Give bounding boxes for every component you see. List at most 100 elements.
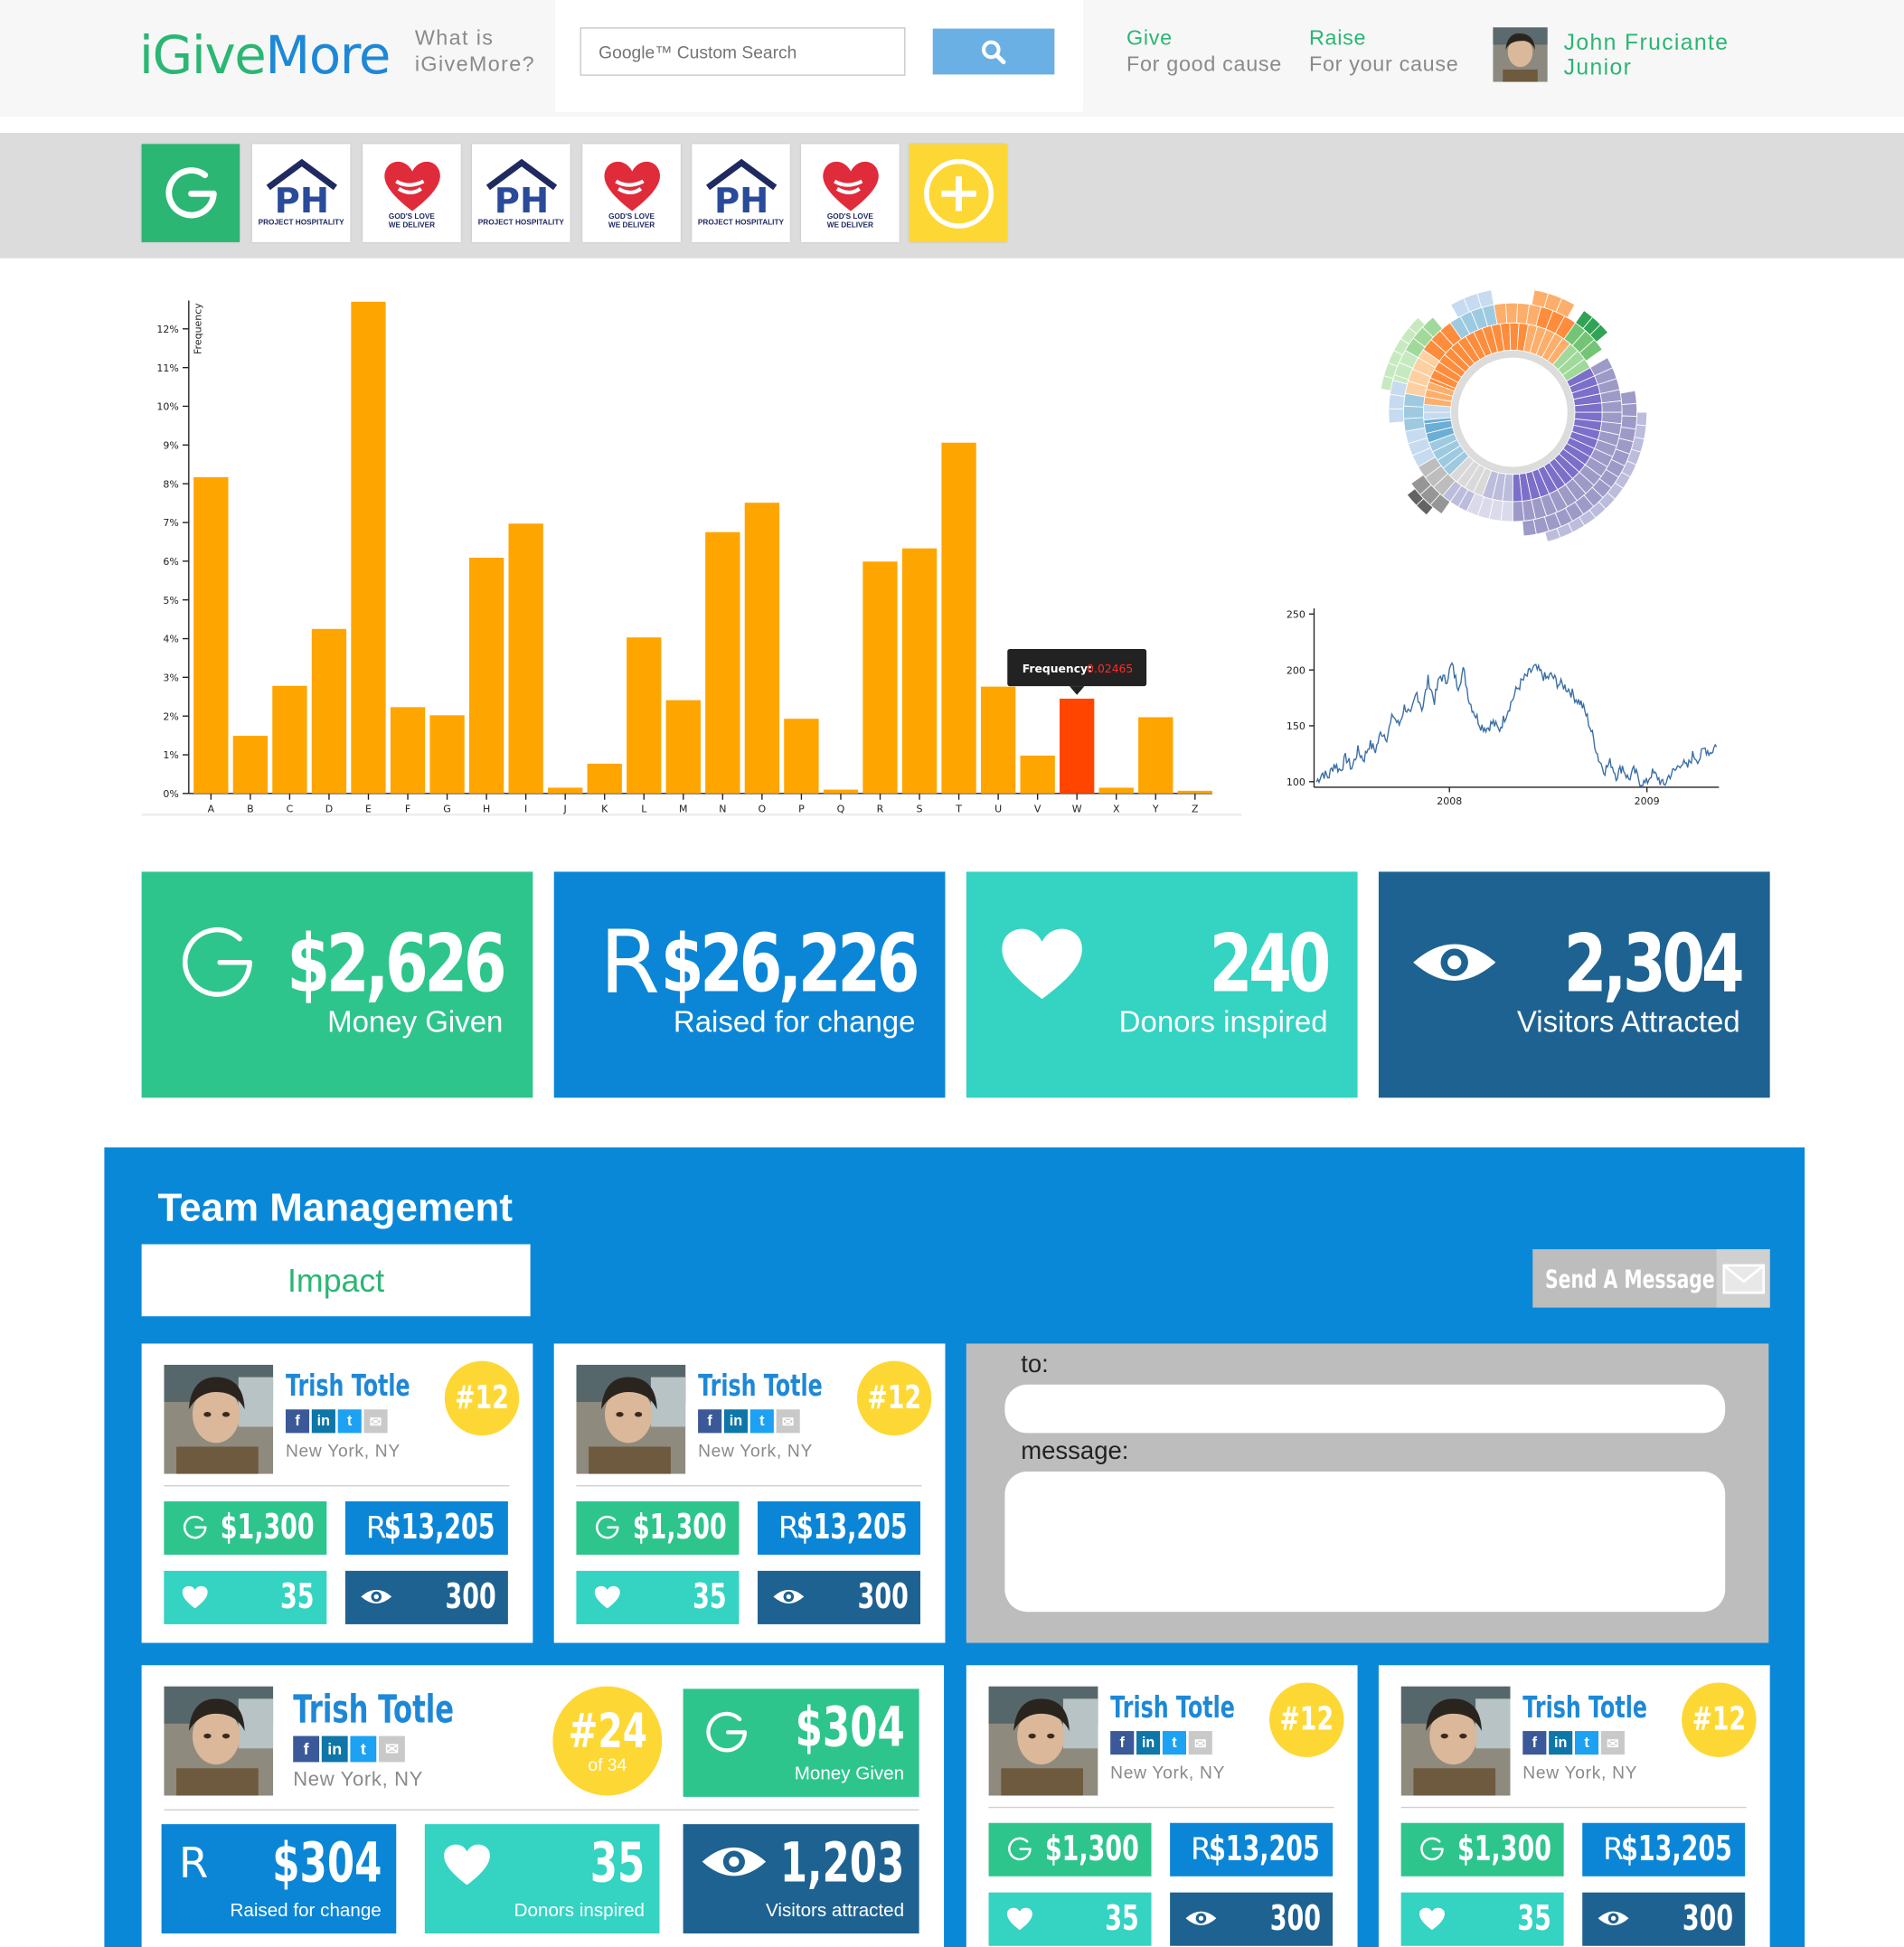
rank-badge: #12	[856, 1360, 932, 1436]
email-icon[interactable]: ✉	[1188, 1731, 1212, 1755]
twitter-icon[interactable]: t	[350, 1735, 377, 1763]
svg-text:PH: PH	[274, 181, 328, 220]
y-tick-label: 9%	[163, 439, 178, 451]
twitter-icon[interactable]: t	[337, 1409, 362, 1434]
heart-logo-icon	[822, 161, 879, 211]
tooltip-arrow	[1069, 686, 1085, 695]
facebook-icon[interactable]: f	[1522, 1731, 1547, 1755]
bar-b	[232, 736, 269, 794]
what-is-link[interactable]: What is iGiveMore?	[415, 24, 535, 77]
y-axis-title: Frequency	[193, 303, 204, 354]
add-cause-button[interactable]	[909, 144, 1008, 242]
money-given-value: $304	[794, 1696, 905, 1760]
to-input[interactable]	[1004, 1384, 1726, 1434]
email-icon[interactable]: ✉	[1600, 1731, 1625, 1755]
twitter-icon[interactable]: t	[1574, 1731, 1599, 1755]
give-link[interactable]: Give For good cause	[1126, 24, 1282, 77]
member-name[interactable]: Trish Totle	[293, 1688, 454, 1732]
give-title: Give	[1126, 25, 1173, 50]
cause-project-hospitality-1[interactable]: PH PROJECT HOSPITALITY	[251, 144, 351, 242]
email-icon[interactable]: ✉	[363, 1409, 388, 1434]
user-name[interactable]: John Fruciante Junior	[1564, 30, 1730, 80]
sunburst-segment	[1504, 302, 1518, 324]
member-money-given: $1,300	[988, 1822, 1152, 1876]
eye-icon	[773, 1581, 806, 1613]
linkedin-icon[interactable]: in	[311, 1409, 335, 1434]
linkedin-icon[interactable]: in	[321, 1735, 348, 1763]
rank-badge: #12	[444, 1360, 520, 1436]
avatar	[1400, 1686, 1511, 1796]
cause-project-hospitality-2[interactable]: PH PROJECT HOSPITALITY	[472, 144, 570, 242]
raised-label: Raised for change	[230, 1899, 382, 1922]
x-tick-label: N	[719, 803, 726, 814]
y-tick-label: 5%	[163, 595, 178, 607]
member-name[interactable]: Trish Totle	[1110, 1690, 1235, 1725]
cause-gods-love-2[interactable]: GOD'S LOVE WE DELIVER	[582, 144, 681, 242]
linkedin-icon[interactable]: in	[723, 1409, 749, 1434]
linkedin-icon[interactable]: in	[1549, 1731, 1573, 1755]
message-textarea[interactable]	[1004, 1471, 1726, 1613]
search-input[interactable]	[580, 27, 906, 76]
member-raised: R $13,205	[758, 1500, 920, 1555]
x-tick-label: J	[563, 803, 567, 814]
raise-link[interactable]: Raise For your cause	[1309, 24, 1458, 77]
email-icon[interactable]: ✉	[379, 1735, 405, 1763]
y-tick-label: 12%	[156, 324, 178, 335]
app-root: iGiveMore What isiGiveMore? GiveFor good…	[0, 0, 1904, 1947]
facebook-icon[interactable]: f	[293, 1735, 320, 1763]
send-message-button[interactable]: Send A Message	[1532, 1249, 1770, 1308]
facebook-icon[interactable]: f	[285, 1409, 310, 1434]
x-tick-label: K	[601, 803, 608, 814]
search-button[interactable]	[932, 28, 1055, 75]
money-given-value: $1,300	[220, 1506, 315, 1547]
stat-visitors: 2,304 Visitors Attracted	[1378, 871, 1770, 1098]
give-subtitle: For good cause	[1126, 52, 1282, 76]
plus-circle-icon	[923, 158, 994, 229]
user-avatar[interactable]	[1493, 27, 1548, 82]
bar-m	[665, 700, 701, 794]
bar-l	[627, 637, 662, 794]
member-visitors: 300	[1582, 1892, 1746, 1946]
visitors-value: 300	[857, 1575, 909, 1617]
heart-icon	[179, 1581, 212, 1613]
raise-subtitle: For your cause	[1308, 52, 1459, 76]
social-links: f in t ✉	[1110, 1731, 1212, 1755]
stat-raised: R $26,226 Raised for change	[553, 871, 946, 1098]
raised-value: $13,205	[384, 1506, 496, 1547]
twitter-icon[interactable]: t	[749, 1409, 774, 1434]
g-icon	[174, 919, 260, 1006]
stat-donors: 240 Donors inspired	[966, 871, 1358, 1098]
x-tick-label: P	[798, 803, 805, 814]
member-name[interactable]: Trish Totle	[1522, 1690, 1647, 1725]
tooltip-label: Frequency:	[1023, 663, 1092, 675]
facebook-icon[interactable]: f	[698, 1409, 722, 1434]
what-line-1: What is	[414, 25, 495, 50]
twitter-icon[interactable]: t	[1162, 1731, 1186, 1755]
money-given-value: $1,300	[632, 1506, 727, 1547]
x-tick-label: H	[483, 803, 490, 814]
bar-u	[980, 686, 1016, 794]
heart-icon	[442, 1841, 492, 1892]
raised-value: $13,205	[796, 1506, 909, 1547]
email-icon[interactable]: ✉	[776, 1409, 800, 1434]
r-icon: R	[178, 1839, 209, 1889]
y-tick-label: 250	[1287, 608, 1305, 620]
cause-gods-love-3[interactable]: GOD'S LOVE WE DELIVER	[801, 144, 900, 242]
member-money-given: $1,300	[576, 1500, 740, 1555]
time-series-line-chart: 100 150 200 250 2008 2009	[1287, 608, 1720, 807]
member-name[interactable]: Trish Totle	[698, 1369, 823, 1403]
igivemore-logo[interactable]: iGiveMore	[138, 24, 391, 86]
member-name[interactable]: Trish Totle	[286, 1369, 410, 1403]
cause-gods-love-1[interactable]: GOD'S LOVE WE DELIVER	[363, 144, 461, 242]
tab-impact[interactable]: Impact	[141, 1244, 531, 1317]
bar-d	[311, 628, 347, 794]
bar-x	[1098, 787, 1134, 794]
x-tick-label: F	[405, 803, 410, 814]
cause-project-hospitality-3[interactable]: PH PROJECT HOSPITALITY	[692, 144, 790, 242]
x-tick-label: S	[917, 803, 923, 814]
logo-i: i	[138, 24, 154, 86]
facebook-icon[interactable]: f	[1110, 1731, 1135, 1755]
cause-igivemore[interactable]	[141, 144, 240, 242]
member-money-given: $1,300	[1400, 1822, 1564, 1876]
linkedin-icon[interactable]: in	[1136, 1731, 1161, 1755]
